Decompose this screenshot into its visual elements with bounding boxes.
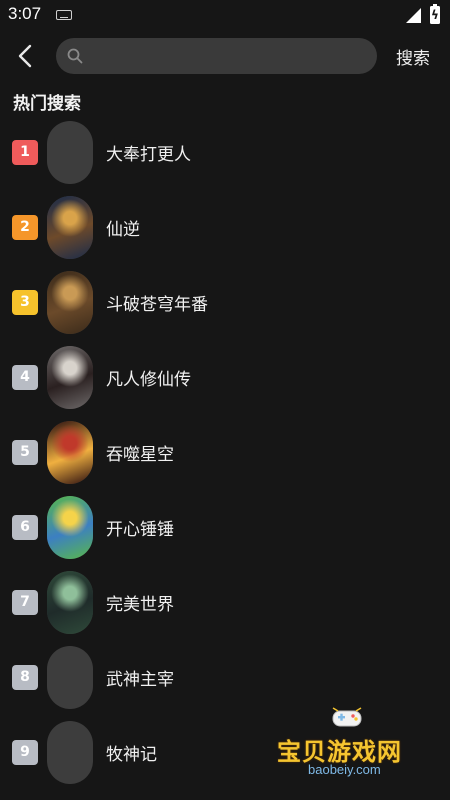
search-icon	[67, 48, 83, 64]
hot-search-item[interactable]: 3 斗破苍穹年番	[0, 263, 450, 338]
rank-badge: 2	[12, 215, 38, 240]
rank-badge: 8	[12, 665, 38, 690]
cover-image	[47, 571, 93, 634]
back-button[interactable]	[12, 40, 42, 72]
hot-search-title-text: 凡人修仙传	[106, 370, 191, 390]
hot-search-title: 热门搜索	[13, 94, 81, 114]
cover-art	[47, 571, 93, 634]
hot-search-title-text: 大奉打更人	[106, 145, 191, 165]
keyboard-icon	[56, 10, 72, 20]
cover-image	[47, 121, 93, 184]
cover-art	[47, 421, 93, 484]
status-time: 3:07	[8, 4, 42, 23]
hot-search-item[interactable]: 1 大奉打更人	[0, 113, 450, 188]
cover-image	[47, 496, 93, 559]
site-watermark: 宝贝游戏网 baobeiy.com	[272, 700, 422, 785]
hot-search-item[interactable]: 7 完美世界	[0, 563, 450, 638]
cover-image	[47, 346, 93, 409]
search-input[interactable]	[90, 38, 370, 74]
hot-search-item[interactable]: 2 仙逆	[0, 188, 450, 263]
cover-art	[47, 346, 93, 409]
cover-image	[47, 646, 93, 709]
hot-search-title-text: 开心锤锤	[106, 520, 174, 540]
rank-badge: 9	[12, 740, 38, 765]
hot-search-item[interactable]: 5 吞噬星空	[0, 413, 450, 488]
cover-art	[47, 271, 93, 334]
status-bar: 3:07 ϟ	[0, 0, 450, 30]
rank-badge: 6	[12, 515, 38, 540]
hot-search-title-text: 仙逆	[106, 220, 140, 240]
hot-search-item[interactable]: 6 开心锤锤	[0, 488, 450, 563]
search-button[interactable]: 搜索	[396, 44, 430, 69]
hot-search-title-text: 吞噬星空	[106, 445, 174, 465]
search-box[interactable]	[56, 38, 377, 74]
rank-badge: 4	[12, 365, 38, 390]
cover-art	[47, 196, 93, 259]
battery-charging-icon: ϟ	[430, 4, 440, 24]
watermark-url: baobeiy.com	[308, 762, 381, 777]
chevron-left-icon	[18, 44, 32, 68]
hot-search-title-text: 完美世界	[106, 595, 174, 615]
gamepad-icon	[332, 707, 362, 727]
hot-search-title-text: 武神主宰	[106, 670, 174, 690]
search-header: 搜索	[0, 36, 450, 76]
hot-search-item[interactable]: 4 凡人修仙传	[0, 338, 450, 413]
rank-badge: 5	[12, 440, 38, 465]
hot-search-title-text: 牧神记	[106, 745, 157, 765]
cover-image	[47, 421, 93, 484]
cover-image	[47, 721, 93, 784]
cover-image	[47, 271, 93, 334]
cover-art	[47, 496, 93, 559]
signal-icon	[406, 8, 421, 23]
hot-search-title-text: 斗破苍穹年番	[106, 295, 208, 315]
cover-image	[47, 196, 93, 259]
rank-badge: 7	[12, 590, 38, 615]
rank-badge: 1	[12, 140, 38, 165]
rank-badge: 3	[12, 290, 38, 315]
